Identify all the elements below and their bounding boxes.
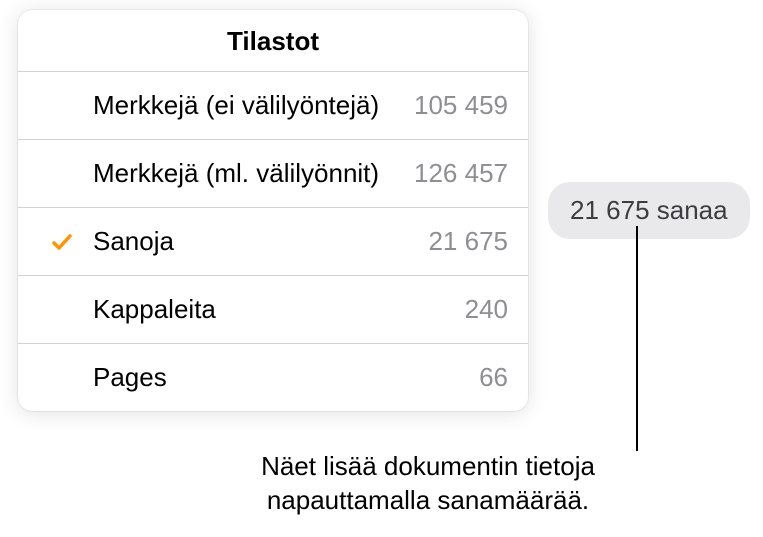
callout-line	[636, 226, 638, 451]
stat-row-paragraphs[interactable]: Kappaleita 240	[18, 276, 528, 344]
stat-label: Merkkejä (ml. välilyönnit)	[93, 158, 414, 189]
stat-value: 240	[465, 294, 508, 325]
stat-label: Kappaleita	[93, 294, 465, 325]
stat-value: 66	[479, 362, 508, 393]
stat-row-pages[interactable]: Pages 66	[18, 344, 528, 411]
stat-value: 126 457	[414, 158, 508, 189]
stat-label: Pages	[93, 362, 479, 393]
word-count-pill[interactable]: 21 675 sanaa	[548, 182, 750, 239]
stat-row-words[interactable]: Sanoja 21 675	[18, 208, 528, 276]
checkmark-icon	[50, 230, 74, 254]
stat-row-chars-no-spaces[interactable]: Merkkejä (ei välilyöntejä) 105 459	[18, 72, 528, 140]
stat-row-chars-with-spaces[interactable]: Merkkejä (ml. välilyönnit) 126 457	[18, 140, 528, 208]
stat-value: 105 459	[414, 90, 508, 121]
statistics-panel: Tilastot Merkkejä (ei välilyöntejä) 105 …	[18, 10, 528, 411]
stats-list: Merkkejä (ei välilyöntejä) 105 459 Merkk…	[18, 72, 528, 411]
stat-label: Merkkejä (ei välilyöntejä)	[93, 90, 414, 121]
stat-label: Sanoja	[93, 226, 428, 257]
caption-text: Näet lisää dokumentin tietoja napauttama…	[218, 450, 638, 518]
panel-title: Tilastot	[18, 10, 528, 72]
stat-value: 21 675	[428, 226, 508, 257]
